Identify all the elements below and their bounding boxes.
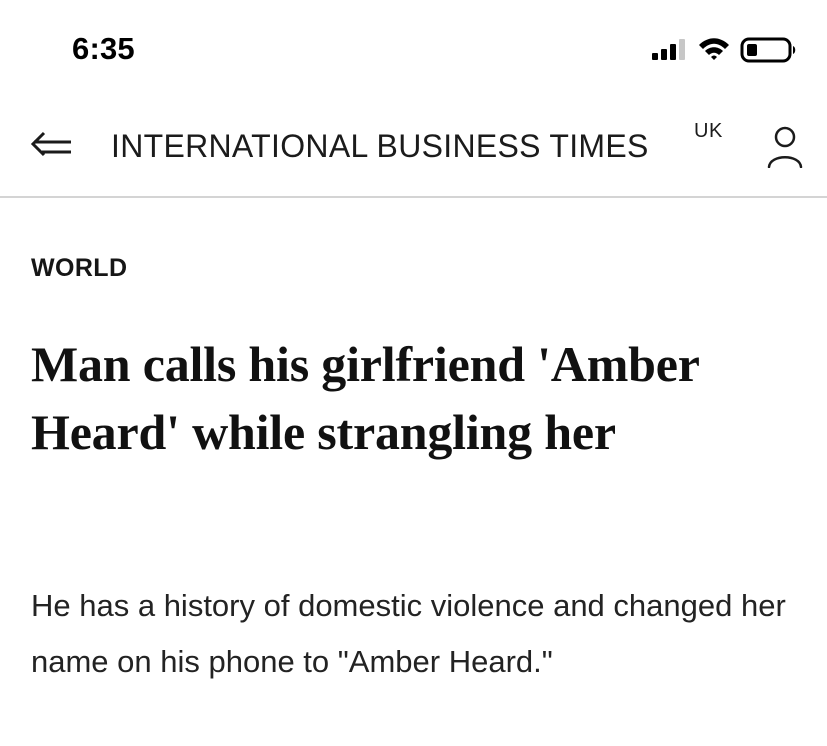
publication-title[interactable]: INTERNATIONAL BUSINESS TIMES: [111, 126, 649, 166]
article-summary: He has a history of domestic violence an…: [31, 588, 786, 679]
status-time: 6:35: [72, 31, 135, 66]
status-bar: 6:35: [0, 0, 827, 96]
section-label[interactable]: WORLD: [31, 252, 127, 284]
back-button[interactable]: [27, 130, 75, 166]
signal-icon: [652, 39, 685, 60]
status-icons: [651, 34, 799, 64]
account-button[interactable]: [766, 126, 804, 168]
headline: Man calls his girlfriend 'Amber Heard' w…: [31, 336, 699, 460]
wifi-icon: [699, 38, 729, 60]
edition-label: UK: [694, 120, 723, 142]
user-icon: [767, 126, 803, 168]
battery-icon: [740, 37, 796, 63]
app-header: INTERNATIONAL BUSINESS TIMES UK: [0, 96, 827, 198]
back-arrow-icon: [30, 131, 71, 157]
